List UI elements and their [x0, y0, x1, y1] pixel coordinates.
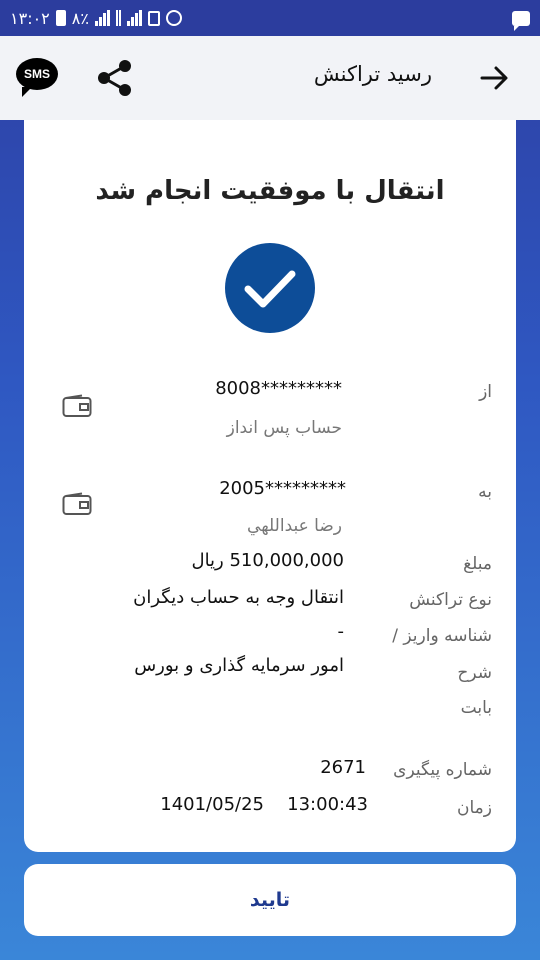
data-signal-icon [115, 10, 121, 26]
status-time: ۱۳:۰۲ [10, 8, 50, 28]
from-account: *********8008 [215, 378, 342, 399]
arrow-right-icon [480, 66, 508, 90]
receipt-card: انتقال با موفقیت انجام شد از *********80… [24, 120, 516, 852]
amount-value: 510,000,000 ریال [191, 550, 344, 571]
sms-icon: SMS [16, 58, 58, 97]
share-icon [98, 60, 131, 96]
status-right [512, 6, 530, 31]
share-button[interactable] [92, 56, 138, 100]
time-label: زمان [457, 798, 492, 818]
battery-percent: ۸٪ [71, 8, 89, 28]
description-label: شرح [457, 663, 492, 683]
success-title: انتقال با موفقیت انجام شد [95, 176, 445, 206]
confirm-button[interactable]: تایید [24, 864, 516, 936]
description-value: امور سرمایه گذاری و بورس [134, 655, 344, 676]
to-account: *********2005 [219, 478, 346, 499]
type-value: انتقال وجه به حساب دیگران [133, 587, 344, 608]
type-label: نوع تراکنش [409, 590, 492, 610]
from-label: از [479, 382, 492, 402]
tracking-value: 2671 [320, 757, 366, 778]
wallet-icon [62, 394, 92, 417]
success-check-icon [225, 243, 315, 333]
app-bar: رسید تراکنش SMS [0, 36, 540, 120]
tracking-label: شماره پیگیری [393, 760, 492, 780]
deposit-id-value: - [337, 621, 345, 642]
sim-icon [147, 10, 160, 26]
signal-icon [94, 10, 110, 26]
wallet-icon [62, 492, 92, 515]
alarm-icon [165, 10, 182, 26]
signal-2-icon [126, 10, 142, 26]
battery-icon [55, 10, 66, 26]
reason-label: بابت [460, 698, 492, 718]
amount-label: مبلغ [463, 554, 492, 574]
message-notification-icon [512, 10, 530, 31]
page-title: رسید تراکنش [313, 62, 432, 86]
back-button[interactable] [474, 58, 514, 98]
status-left: ۱۳:۰۲ ۸٪ [10, 6, 182, 30]
status-bar: ۱۳:۰۲ ۸٪ [0, 0, 540, 36]
time-clock: 13:00:43 [287, 794, 368, 815]
to-label: به [478, 482, 492, 502]
deposit-id-label: شناسه واریز / [392, 626, 492, 646]
from-account-name: حساب پس انداز [226, 418, 342, 438]
to-account-name: رضا عبداللهي [247, 516, 342, 536]
time-date: 1401/05/25 [160, 794, 264, 815]
sms-button[interactable]: SMS [16, 58, 60, 98]
